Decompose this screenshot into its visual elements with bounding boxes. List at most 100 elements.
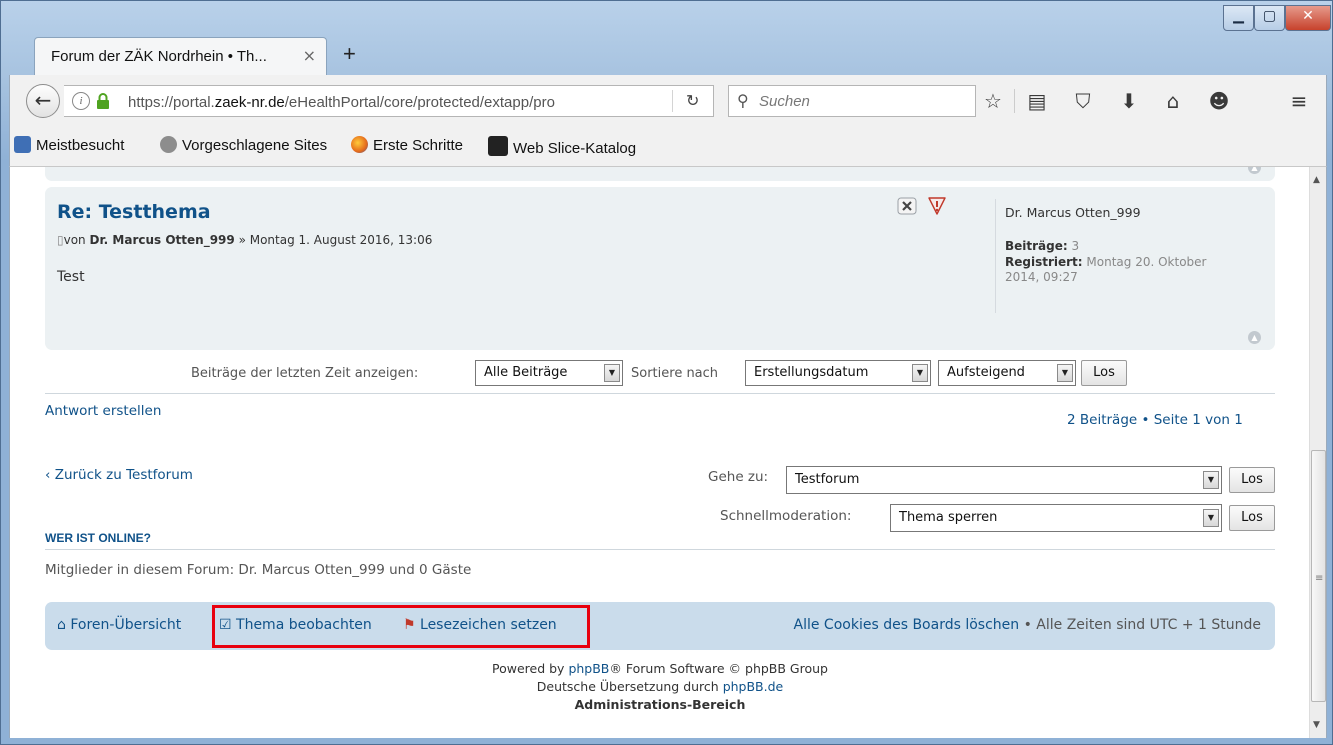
bookmark-star-icon[interactable]: ☆ bbox=[978, 87, 1008, 115]
highlight-box bbox=[212, 605, 590, 648]
delete-cookies-link[interactable]: Alle Cookies des Boards löschen bbox=[794, 617, 1020, 633]
chevron-down-icon: ▼ bbox=[604, 364, 620, 382]
sort-order-select[interactable]: Aufsteigend ▼ bbox=[938, 360, 1076, 386]
bookmark-suggested-sites[interactable]: Vorgeschlagene Sites bbox=[160, 136, 327, 154]
download-icon[interactable]: ⬇ bbox=[1114, 87, 1144, 115]
top-arrow-icon[interactable]: ▲ bbox=[1248, 331, 1261, 344]
tab-close-icon[interactable]: × bbox=[303, 46, 316, 65]
post-meta-prefix: von bbox=[63, 233, 86, 247]
previous-post-bottom: ▲ bbox=[45, 167, 1275, 181]
url-domain: zaek-nr.de bbox=[214, 94, 285, 111]
profile-posts-value: 3 bbox=[1071, 239, 1080, 253]
quick-mod-go-button[interactable]: Los bbox=[1229, 505, 1275, 531]
reload-icon[interactable]: ↻ bbox=[686, 91, 699, 110]
timezone-text: • Alle Zeiten sind UTC + 1 Stunde bbox=[1019, 617, 1261, 633]
scroll-up-icon[interactable]: ▲ bbox=[1313, 175, 1320, 185]
scrollbar-thumb[interactable]: ≡ bbox=[1311, 450, 1326, 702]
online-members-text: Mitglieder in diesem Forum: Dr. Marcus O… bbox=[45, 562, 472, 578]
post-meta: ▯von Dr. Marcus Otten_999 » Montag 1. Au… bbox=[57, 233, 432, 247]
days-label: Beiträge der letzten Zeit anzeigen: bbox=[191, 366, 419, 381]
bookmark-label: Meistbesucht bbox=[36, 137, 125, 154]
chevron-down-icon: ▼ bbox=[1057, 364, 1073, 382]
footer-right: Alle Cookies des Boards löschen • Alle Z… bbox=[794, 617, 1261, 633]
quick-mod-select[interactable]: Thema sperren ▼ bbox=[890, 504, 1222, 532]
post-icon: ▯ bbox=[57, 233, 64, 247]
sort-go-button[interactable]: Los bbox=[1081, 360, 1127, 386]
bookmark-getting-started[interactable]: Erste Schritte bbox=[351, 136, 463, 154]
quick-mod-label: Schnellmoderation: bbox=[720, 508, 852, 524]
profile-divider bbox=[995, 199, 996, 313]
report-post-icon[interactable] bbox=[927, 197, 947, 215]
bookmarks-toolbar: Meistbesucht Vorgeschlagene Sites Erste … bbox=[9, 125, 1327, 167]
profile-registered-value: Montag 20. Oktober bbox=[1086, 255, 1207, 269]
sort-key-select[interactable]: Erstellungsdatum ▼ bbox=[745, 360, 931, 386]
page-viewport: ▲ Re: Testthema ▯von Dr. Marcus Otten_99… bbox=[9, 167, 1309, 738]
translation-prefix: Deutsche Übersetzung durch bbox=[536, 679, 723, 694]
maximize-icon: ▢ bbox=[1262, 8, 1277, 24]
phpbb-link[interactable]: phpBB bbox=[568, 661, 609, 676]
toolbar-separator bbox=[1014, 89, 1015, 113]
tab-title: Forum der ZÄK Nordrhein • Th... bbox=[51, 48, 267, 65]
search-bar[interactable]: ⚲ Suchen bbox=[728, 85, 976, 117]
browser-tab[interactable]: Forum der ZÄK Nordrhein • Th... × bbox=[34, 37, 327, 75]
close-window-button[interactable]: ✕ bbox=[1285, 5, 1331, 31]
delete-post-icon[interactable] bbox=[897, 197, 917, 215]
powered-suffix: ® Forum Software © phpBB Group bbox=[609, 661, 828, 676]
lock-icon[interactable] bbox=[96, 93, 110, 110]
reply-link[interactable]: Antwort erstellen bbox=[45, 403, 161, 419]
info-icon[interactable]: i bbox=[72, 92, 90, 110]
profile-username[interactable]: Dr. Marcus Otten_999 bbox=[1005, 205, 1141, 220]
reading-list-icon[interactable]: ▤ bbox=[1022, 87, 1052, 115]
pagination: 2 Beiträge • Seite 1 von 1 bbox=[1067, 412, 1243, 428]
pocket-icon[interactable]: ⛉ bbox=[1068, 87, 1098, 115]
post-body: Test bbox=[57, 269, 85, 285]
hello-chat-icon[interactable]: ☻ bbox=[1204, 87, 1234, 115]
phpbb-de-link[interactable]: phpBB.de bbox=[723, 679, 784, 694]
bookmark-label: Vorgeschlagene Sites bbox=[182, 137, 328, 154]
jump-to-select[interactable]: Testforum ▼ bbox=[786, 466, 1222, 494]
top-arrow-icon[interactable]: ▲ bbox=[1248, 167, 1261, 174]
who-is-online-heading[interactable]: WER IST ONLINE? bbox=[45, 531, 151, 545]
new-tab-button[interactable]: + bbox=[343, 41, 356, 67]
home-icon: ⌂ bbox=[57, 617, 66, 633]
powered-by: Powered by phpBB® Forum Software © phpBB… bbox=[10, 661, 1309, 676]
url-text[interactable]: https://portal.zaek-nr.de/eHealthPortal/… bbox=[128, 94, 555, 111]
scroll-down-icon[interactable]: ▼ bbox=[1313, 720, 1320, 730]
vertical-scrollbar[interactable]: ▲ ≡ ▼ bbox=[1309, 167, 1327, 738]
jump-to-label: Gehe zu: bbox=[708, 469, 769, 485]
chevron-left-icon: ‹ bbox=[45, 467, 51, 483]
bookmark-most-visited[interactable]: Meistbesucht bbox=[14, 136, 124, 154]
powered-prefix: Powered by bbox=[492, 661, 569, 676]
bookmark-web-slice[interactable]: Web Slice-Katalog bbox=[488, 136, 636, 157]
profile-posts-label: Beiträge: bbox=[1005, 239, 1068, 253]
url-separator bbox=[672, 90, 673, 112]
sort-order-value: Aufsteigend bbox=[947, 365, 1025, 380]
admin-panel-link[interactable]: Administrations-Bereich bbox=[10, 697, 1309, 712]
jump-go-button[interactable]: Los bbox=[1229, 467, 1275, 493]
board-index-link[interactable]: ⌂ Foren-Übersicht bbox=[57, 617, 181, 633]
minimize-icon: ▁ bbox=[1233, 8, 1244, 24]
minimize-button[interactable]: ▁ bbox=[1223, 5, 1254, 31]
post-author[interactable]: Dr. Marcus Otten_999 bbox=[90, 233, 235, 247]
days-select[interactable]: Alle Beiträge ▼ bbox=[475, 360, 623, 386]
back-to-forum-link[interactable]: ‹ Zurück zu Testforum bbox=[45, 467, 193, 483]
profile-registered-2: 2014, 09:27 bbox=[1005, 270, 1078, 284]
browser-window: ▁ ▢ ✕ Forum der ZÄK Nordrhein • Th... × … bbox=[0, 0, 1333, 745]
menu-icon[interactable]: ≡ bbox=[1284, 87, 1314, 115]
chevron-down-icon: ▼ bbox=[1203, 471, 1219, 489]
navigation-toolbar: i https://portal.zaek-nr.de/eHealthPorta… bbox=[9, 75, 1327, 125]
back-to-forum-label: Zurück zu Testforum bbox=[54, 467, 193, 483]
back-arrow-icon: ← bbox=[34, 88, 52, 112]
search-icon: ⚲ bbox=[737, 91, 749, 110]
firefox-icon bbox=[351, 136, 368, 153]
profile-posts: Beiträge: 3 bbox=[1005, 239, 1079, 253]
post: Re: Testthema ▯von Dr. Marcus Otten_999 … bbox=[45, 187, 1275, 350]
chevron-down-icon: ▼ bbox=[1203, 509, 1219, 527]
url-bar[interactable]: i https://portal.zaek-nr.de/eHealthPorta… bbox=[64, 85, 714, 117]
divider bbox=[45, 549, 1275, 550]
board-index-label: Foren-Übersicht bbox=[70, 617, 182, 633]
back-button[interactable]: ← bbox=[26, 84, 60, 118]
home-icon[interactable]: ⌂ bbox=[1158, 87, 1188, 115]
maximize-button[interactable]: ▢ bbox=[1254, 5, 1285, 31]
post-title[interactable]: Re: Testthema bbox=[57, 201, 211, 223]
